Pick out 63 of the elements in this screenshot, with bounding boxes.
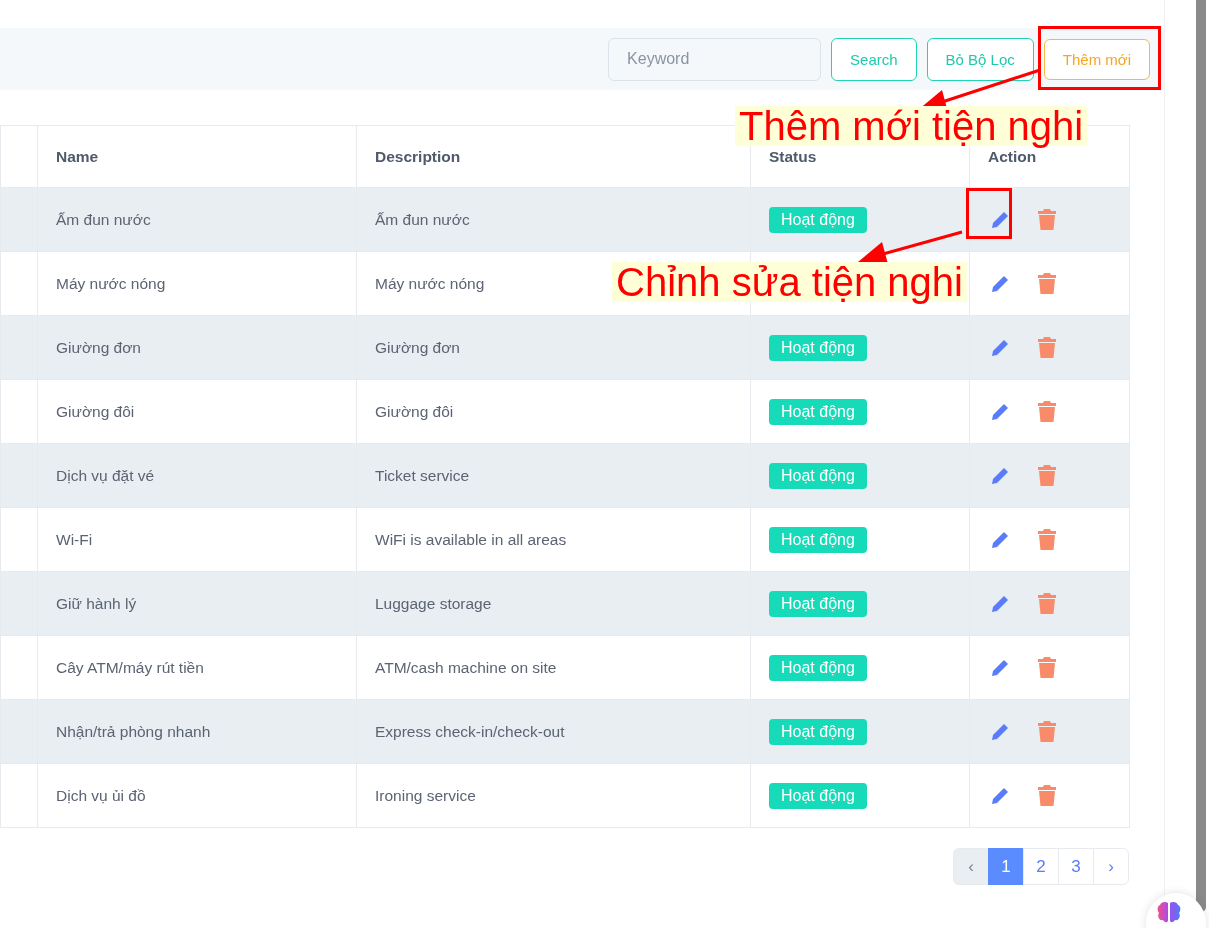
status-badge: Hoạt động [769, 398, 867, 425]
status-badge: Hoạt động [769, 718, 867, 745]
status-badge: Hoạt động [769, 590, 867, 617]
pencil-icon[interactable] [990, 337, 1010, 358]
trash-icon[interactable] [1038, 401, 1056, 422]
trash-icon[interactable] [1038, 465, 1056, 486]
table-cell: Giữ hành lý [37, 571, 357, 636]
pencil-icon[interactable] [990, 657, 1010, 678]
trash-icon[interactable] [1038, 785, 1056, 806]
trash-icon[interactable] [1038, 209, 1056, 230]
page-button[interactable]: 2 [1023, 848, 1059, 885]
search-field[interactable]: Keyword [608, 37, 822, 81]
brain-icon[interactable] [1157, 901, 1181, 923]
table-cell: Máy nước nóng [37, 251, 357, 316]
pencil-icon[interactable] [990, 465, 1010, 486]
annotation-label: Chỉnh sửa tiện nghi [612, 262, 967, 302]
table-cell: Dịch vụ ủi đồ [37, 763, 357, 828]
status-badge: Hoạt động [769, 462, 867, 489]
next-page-button[interactable]: › [1093, 848, 1129, 885]
trash-icon[interactable] [1038, 529, 1056, 550]
trash-icon[interactable] [1038, 273, 1056, 294]
status-badge: Hoạt động [769, 654, 867, 681]
table-cell: Wi-Fi [37, 507, 357, 572]
toolbar-button[interactable]: Search [831, 37, 917, 81]
previous-page-button[interactable]: ‹ [953, 848, 989, 885]
pencil-icon[interactable] [990, 273, 1010, 294]
toolbar-button[interactable]: Bỏ Bộ Lọc [926, 37, 1034, 81]
scrollbar[interactable] [1196, 0, 1206, 912]
highlight-box [966, 188, 1012, 239]
table-cell: Ticket service [356, 443, 751, 508]
trash-icon[interactable] [1038, 337, 1056, 358]
table-cell: Luggage storage [356, 571, 751, 636]
status-badge: Hoạt động [769, 206, 867, 233]
trash-icon[interactable] [1038, 721, 1056, 742]
table-cell: Cây ATM/máy rút tiền [37, 635, 357, 700]
pencil-icon[interactable] [990, 721, 1010, 742]
table-cell: Ấm đun nước [356, 187, 751, 252]
table-cell: Giường đơn [356, 315, 751, 380]
pencil-icon[interactable] [990, 785, 1010, 806]
table-cell: ATM/cash machine on site [356, 635, 751, 700]
table-cell: Giường đơn [37, 315, 357, 380]
pencil-icon[interactable] [990, 209, 1010, 230]
table-cell: Giường đôi [37, 379, 357, 444]
page-button[interactable]: 1 [988, 848, 1024, 885]
table-cell: Giường đôi [356, 379, 751, 444]
column-header: Name [37, 125, 357, 188]
status-badge: Hoạt động [769, 782, 867, 809]
pencil-icon[interactable] [990, 593, 1010, 614]
table-cell: Dịch vụ đặt vé [37, 443, 357, 508]
status-badge: Hoạt động [769, 334, 867, 361]
trash-icon[interactable] [1038, 657, 1056, 678]
table-cell: Express check-in/check-out [356, 699, 751, 764]
add-button[interactable]: Thêm mới [1043, 38, 1150, 80]
page-button[interactable]: 3 [1058, 848, 1094, 885]
table-cell: Ironing service [356, 763, 751, 828]
table-cell: WiFi is available in all areas [356, 507, 751, 572]
pencil-icon[interactable] [990, 529, 1010, 550]
table-cell: Ấm đun nước [37, 187, 357, 252]
table-cell: Nhận/trả phòng nhanh [37, 699, 357, 764]
pencil-icon[interactable] [990, 401, 1010, 422]
trash-icon[interactable] [1038, 593, 1056, 614]
annotation-label: Thêm mới tiện nghi [735, 106, 1088, 146]
status-badge: Hoạt động [769, 526, 867, 553]
